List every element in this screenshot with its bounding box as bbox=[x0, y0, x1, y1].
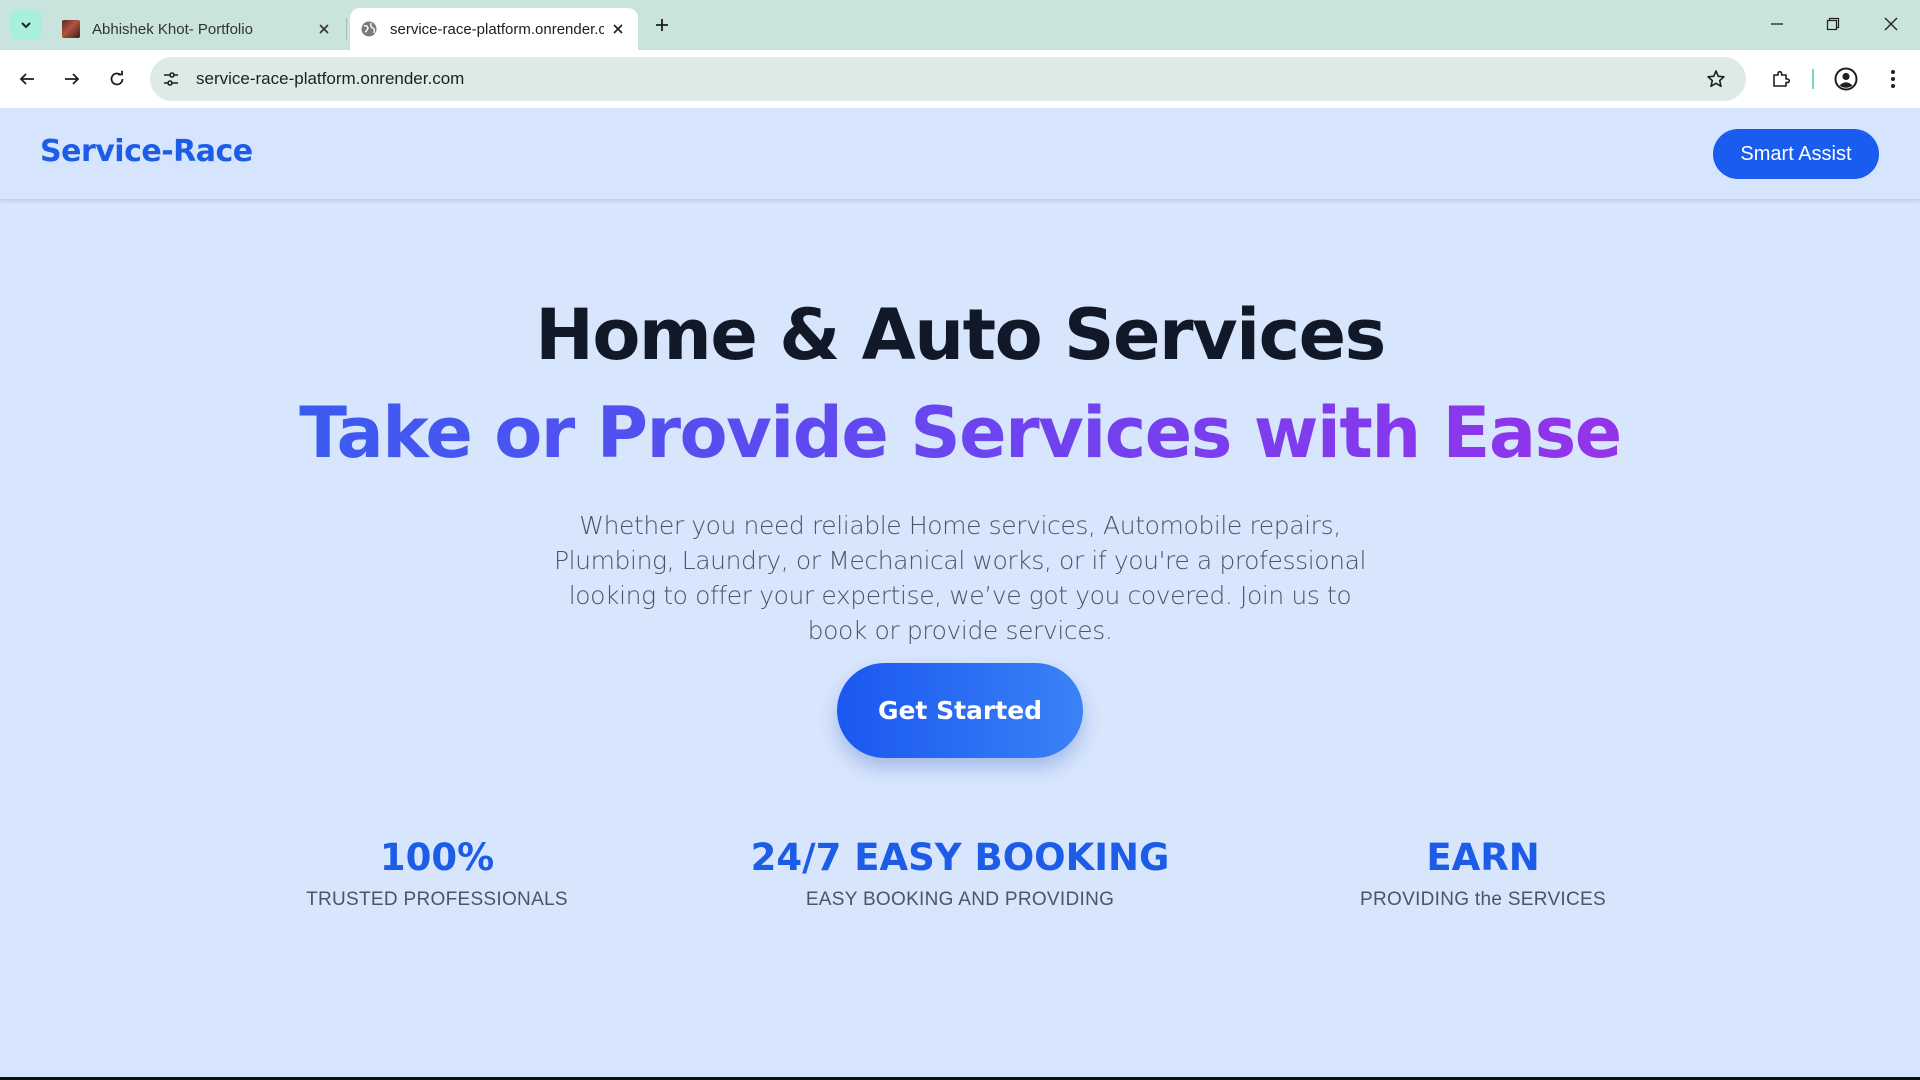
profile-icon bbox=[1834, 67, 1858, 91]
stat-value: 24/7 EASY BOOKING bbox=[750, 836, 1170, 879]
tab-service-race[interactable]: service-race-platform.onrender.com bbox=[350, 8, 638, 50]
arrow-left-icon bbox=[19, 73, 34, 85]
tune-icon bbox=[164, 72, 178, 86]
new-tab-button[interactable] bbox=[648, 11, 676, 39]
browser-tab-bar: Abhishek Khot- Portfolio service-race-pl… bbox=[0, 0, 1920, 50]
profile-button[interactable] bbox=[1829, 62, 1863, 96]
address-bar[interactable]: service-race-platform.onrender.com bbox=[150, 57, 1746, 101]
minimize-button[interactable] bbox=[1754, 6, 1800, 42]
tab-divider bbox=[346, 18, 347, 40]
restore-button[interactable] bbox=[1810, 6, 1856, 42]
tab-search-button[interactable] bbox=[10, 10, 42, 40]
stat-label: TRUSTED PROFESSIONALS bbox=[306, 889, 568, 910]
window-close-button[interactable] bbox=[1868, 6, 1914, 42]
hero-subtitle-text: Take or Provide Services with Ease bbox=[299, 392, 1622, 474]
site-info-button[interactable] bbox=[154, 62, 188, 96]
arrow-right-icon bbox=[65, 73, 80, 85]
minimize-icon bbox=[1771, 23, 1783, 25]
close-icon bbox=[613, 24, 623, 34]
extensions-button[interactable] bbox=[1764, 62, 1798, 96]
puzzle-icon bbox=[1773, 70, 1791, 87]
chevron-down-icon bbox=[21, 22, 31, 29]
tab-portfolio[interactable]: Abhishek Khot- Portfolio bbox=[52, 8, 344, 50]
close-icon bbox=[1884, 17, 1898, 31]
kebab-icon bbox=[1891, 70, 1895, 88]
smart-assist-button[interactable]: Smart Assist bbox=[1713, 129, 1879, 179]
url-text[interactable]: service-race-platform.onrender.com bbox=[196, 69, 464, 89]
hero-title: Home & Auto Services bbox=[535, 294, 1386, 376]
stat-value: EARN bbox=[1426, 836, 1540, 879]
get-started-button[interactable]: Get Started bbox=[837, 663, 1083, 758]
close-icon bbox=[319, 24, 329, 34]
toolbar-separator bbox=[1812, 69, 1814, 89]
site-navbar: Service-Race Smart Assist bbox=[0, 108, 1920, 199]
stat-label: PROVIDING the SERVICES bbox=[1360, 889, 1606, 910]
plus-icon bbox=[656, 19, 668, 31]
reload-button[interactable] bbox=[100, 62, 134, 96]
tab-title: Abhishek Khot- Portfolio bbox=[92, 20, 253, 38]
back-button[interactable] bbox=[10, 62, 44, 96]
stat-booking: 24/7 EASY BOOKING EASY BOOKING AND PROVI… bbox=[700, 836, 1220, 911]
hero-description: Whether you need reliable Home services,… bbox=[553, 511, 1367, 645]
star-icon bbox=[1707, 70, 1725, 88]
tab-close-button[interactable] bbox=[310, 15, 338, 43]
reload-icon bbox=[110, 70, 124, 86]
stat-label: EASY BOOKING AND PROVIDING bbox=[805, 889, 1115, 910]
stat-value: 100% bbox=[379, 836, 495, 879]
globe-icon bbox=[360, 20, 378, 38]
hero-subtitle: Take or Provide Services with Ease bbox=[0, 392, 1920, 474]
menu-button[interactable] bbox=[1876, 62, 1910, 96]
tab-close-button[interactable] bbox=[604, 15, 632, 43]
bookmark-button[interactable] bbox=[1700, 63, 1732, 95]
forward-button[interactable] bbox=[55, 62, 89, 96]
stat-trusted: 100% TRUSTED PROFESSIONALS bbox=[177, 836, 697, 911]
stat-earn: EARN PROVIDING the SERVICES bbox=[1223, 836, 1743, 911]
tab-title: service-race-platform.onrender.com bbox=[390, 20, 604, 38]
browser-toolbar: service-race-platform.onrender.com bbox=[0, 50, 1920, 108]
portfolio-favicon-icon bbox=[62, 20, 80, 38]
restore-icon bbox=[1826, 17, 1840, 31]
brand-logo[interactable]: Service-Race bbox=[40, 134, 253, 169]
